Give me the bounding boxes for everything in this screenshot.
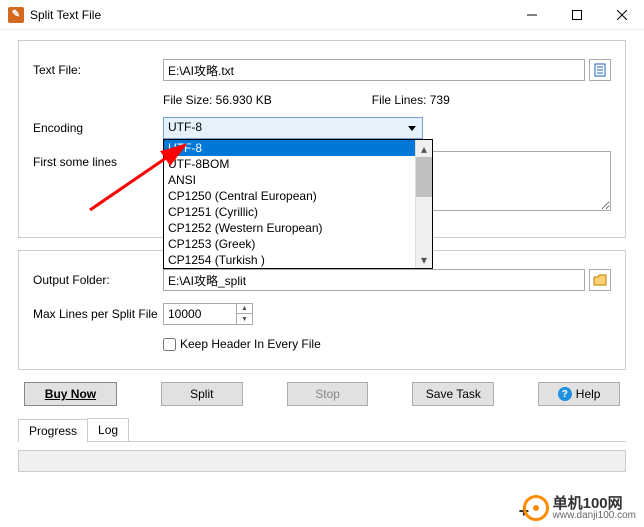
browse-text-file-button[interactable]	[589, 59, 611, 81]
encoding-option[interactable]: CP1253 (Greek)	[164, 236, 432, 252]
text-file-input[interactable]	[163, 59, 585, 81]
watermark-name: 单机100网	[553, 496, 636, 511]
tab-log[interactable]: Log	[87, 418, 129, 441]
buy-now-button[interactable]: Buy Now	[24, 382, 117, 406]
spinner-up-icon[interactable]: ▲	[237, 304, 252, 314]
file-lines-info: File Lines: 739	[372, 93, 450, 107]
scroll-thumb[interactable]	[416, 157, 432, 197]
max-lines-label: Max Lines per Split File	[33, 307, 163, 321]
file-size-info: File Size: 56.930 KB	[163, 93, 272, 107]
encoding-combobox[interactable]: UTF-8	[163, 117, 423, 139]
encoding-dropdown: UTF-8 UTF-8BOM ANSI CP1250 (Central Euro…	[163, 139, 433, 269]
output-folder-input[interactable]	[163, 269, 585, 291]
input-panel: Text File: File Size: 56.930 KB File Lin…	[18, 40, 626, 238]
tabs: Progress Log	[18, 418, 626, 442]
output-folder-label: Output Folder:	[33, 273, 163, 287]
app-icon: ✎	[8, 7, 24, 23]
first-lines-label: First some lines	[33, 151, 163, 169]
progress-bar	[18, 450, 626, 472]
encoding-option[interactable]: UTF-8	[164, 140, 432, 156]
encoding-option[interactable]: UTF-8BOM	[164, 156, 432, 172]
watermark-logo-icon: +	[519, 493, 549, 523]
max-lines-input[interactable]	[164, 305, 224, 323]
save-task-button[interactable]: Save Task	[412, 382, 494, 406]
text-file-label: Text File:	[33, 63, 163, 77]
keep-header-checkbox[interactable]	[163, 338, 176, 351]
spinner-down-icon[interactable]: ▼	[237, 314, 252, 324]
split-button[interactable]: Split	[161, 382, 243, 406]
scroll-down-icon[interactable]: ▾	[416, 251, 432, 268]
dropdown-scrollbar[interactable]: ▴ ▾	[415, 140, 432, 268]
stop-button[interactable]: Stop	[287, 382, 369, 406]
watermark: + 单机100网 www.danji100.com	[519, 493, 636, 523]
encoding-option[interactable]: ANSI	[164, 172, 432, 188]
window-title: Split Text File	[30, 8, 509, 22]
titlebar: ✎ Split Text File	[0, 0, 644, 30]
minimize-button[interactable]	[509, 0, 554, 29]
browse-output-folder-button[interactable]	[589, 269, 611, 291]
encoding-option[interactable]: CP1254 (Turkish )	[164, 252, 432, 268]
watermark-url: www.danji100.com	[553, 511, 636, 521]
encoding-option[interactable]: CP1250 (Central European)	[164, 188, 432, 204]
encoding-option[interactable]: CP1251 (Cyrillic)	[164, 204, 432, 220]
max-lines-spinner[interactable]: ▲ ▼	[163, 303, 253, 325]
encoding-option[interactable]: CP1252 (Western European)	[164, 220, 432, 236]
close-button[interactable]	[599, 0, 644, 29]
tab-progress[interactable]: Progress	[18, 419, 88, 442]
help-icon: ?	[558, 387, 572, 401]
encoding-selected: UTF-8	[168, 120, 202, 134]
keep-header-label: Keep Header In Every File	[180, 337, 321, 351]
help-button[interactable]: ? Help	[538, 382, 620, 406]
encoding-label: Encoding	[33, 121, 163, 135]
maximize-button[interactable]	[554, 0, 599, 29]
folder-icon	[593, 274, 607, 286]
document-icon	[593, 63, 607, 77]
scroll-up-icon[interactable]: ▴	[416, 140, 432, 157]
